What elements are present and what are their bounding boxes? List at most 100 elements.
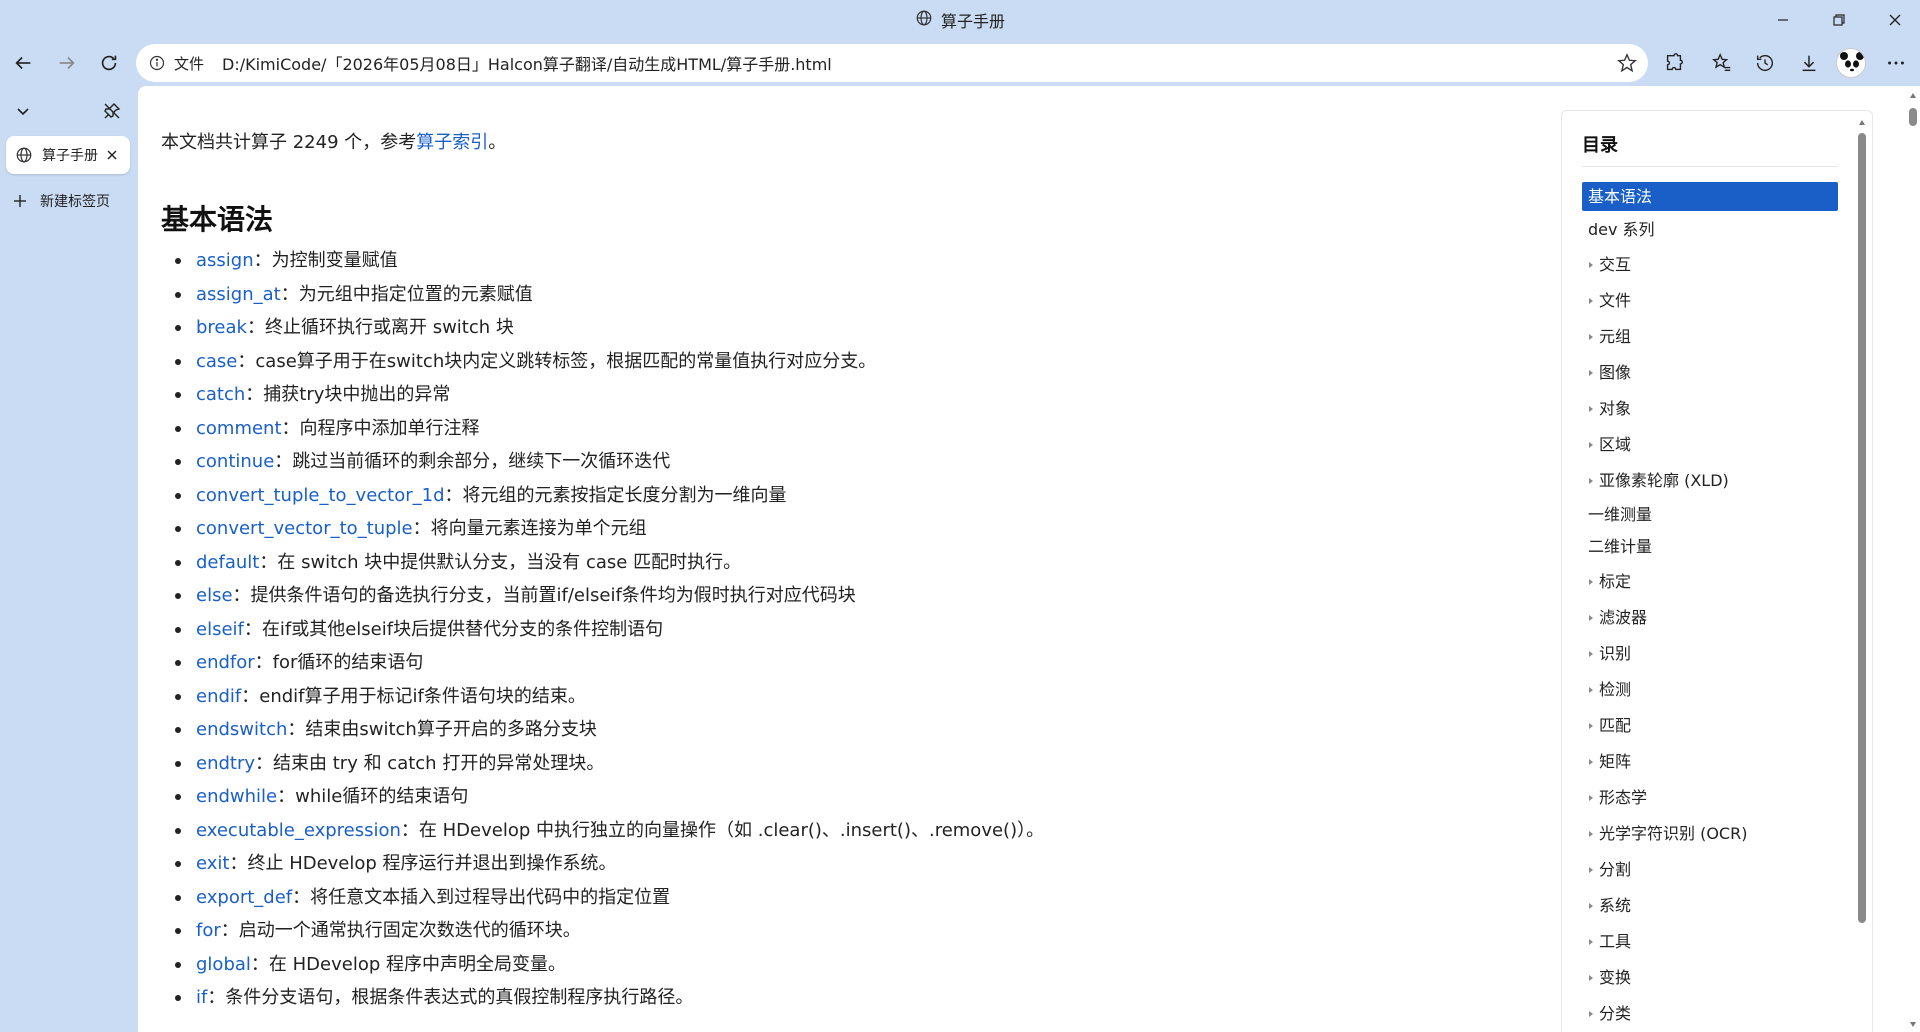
toc-item[interactable]: 文件 <box>1582 283 1838 319</box>
operator-description: ：for循环的结束语句 <box>254 652 424 673</box>
operator-link[interactable]: endwhile <box>196 786 277 807</box>
toc-item[interactable]: 识别 <box>1582 636 1838 672</box>
operator-description: ：结束由 try 和 catch 打开的异常处理块。 <box>255 752 605 774</box>
operator-link[interactable]: export_def <box>196 887 292 908</box>
table-of-contents: 目录 基本语法 dev 系列 交互 文件 元组 图像 对象 区域 亚像素轮廓 (XLD) 一维测量… <box>1561 110 1873 1032</box>
toc-item[interactable]: 基本语法 <box>1582 182 1838 211</box>
back-button[interactable] <box>6 46 40 80</box>
page-scrollbar-thumb[interactable] <box>1909 108 1917 126</box>
toc-item[interactable]: 分割 <box>1582 852 1838 888</box>
operator-list-item: endtry：结束由 try 和 catch 打开的异常处理块。 <box>161 747 1044 781</box>
operator-link[interactable]: endfor <box>196 652 255 673</box>
operator-link[interactable]: break <box>196 317 247 338</box>
unpin-pane-button[interactable] <box>97 96 127 126</box>
toc-item[interactable]: 元组 <box>1582 319 1838 355</box>
toc-scrollbar-thumb[interactable] <box>1858 133 1866 923</box>
address-url[interactable]: D:/KimiCode/「2026年05月08日」Halcon算子翻译/自动生成… <box>222 51 832 75</box>
toc-item[interactable]: 系统 <box>1582 888 1838 924</box>
scroll-up-arrow-icon[interactable] <box>1858 119 1866 127</box>
toc-item[interactable]: 变换 <box>1582 960 1838 996</box>
operator-link[interactable]: catch <box>196 384 245 405</box>
close-window-button[interactable] <box>1870 0 1920 40</box>
operator-link[interactable]: endif <box>196 686 241 707</box>
operator-link[interactable]: convert_vector_to_tuple <box>196 518 413 539</box>
new-tab-button[interactable]: 新建标签页 <box>10 186 110 216</box>
toc-list: 基本语法 dev 系列 交互 文件 元组 图像 对象 区域 亚像素轮廓 (XLD) 一维测量 二维计… <box>1582 182 1838 1032</box>
operator-link[interactable]: assign <box>196 250 254 271</box>
toc-item[interactable]: 滤波器 <box>1582 600 1838 636</box>
scroll-up-arrow-icon[interactable] <box>1909 92 1917 100</box>
operator-index-link[interactable]: 算子索引 <box>416 132 488 153</box>
downloads-button[interactable] <box>1792 46 1826 80</box>
operator-link[interactable]: if <box>196 987 207 1008</box>
toc-item[interactable]: 区域 <box>1582 427 1838 463</box>
profile-avatar[interactable] <box>1836 48 1866 78</box>
operator-list: assign：为控制变量赋值 assign_at：为元组中指定位置的元素赋值 bre… <box>161 244 1044 1015</box>
operator-link[interactable]: endswitch <box>196 719 287 740</box>
operator-link[interactable]: endtry <box>196 753 255 774</box>
title-bar: 算子手册 <box>0 0 1920 40</box>
operator-description: ：将任意文本插入到过程导出代码中的指定位置 <box>292 886 671 908</box>
toc-item[interactable]: 二维计量 <box>1582 531 1838 564</box>
toc-item[interactable]: 分类 <box>1582 996 1838 1032</box>
restore-icon <box>1833 14 1845 26</box>
minimize-icon <box>1778 19 1788 21</box>
favorites-button[interactable] <box>1705 46 1739 80</box>
operator-link[interactable]: case <box>196 351 237 372</box>
history-button[interactable] <box>1748 46 1782 80</box>
tab-actions-button[interactable] <box>8 96 38 126</box>
close-icon <box>1889 14 1901 26</box>
info-icon[interactable] <box>148 54 166 72</box>
forward-button[interactable] <box>50 46 84 80</box>
operator-link[interactable]: continue <box>196 451 274 472</box>
toc-item[interactable]: 交互 <box>1582 247 1838 283</box>
tab-close-button[interactable] <box>102 145 122 165</box>
refresh-button[interactable] <box>92 46 126 80</box>
operator-description: ：结束由switch算子开启的多路分支块 <box>287 719 597 740</box>
puzzle-icon <box>1666 53 1683 71</box>
toc-item[interactable]: 匹配 <box>1582 708 1838 744</box>
operator-link[interactable]: elseif <box>196 619 244 640</box>
toc-item[interactable]: 形态学 <box>1582 780 1838 816</box>
toc-item[interactable]: 检测 <box>1582 672 1838 708</box>
toc-item[interactable]: 矩阵 <box>1582 744 1838 780</box>
extensions-button[interactable] <box>1657 46 1691 80</box>
operator-description: ：终止循环执行或离开 switch 块 <box>246 317 514 338</box>
toc-item[interactable]: 标定 <box>1582 564 1838 600</box>
operator-list-item: default：在 switch 块中提供默认分支，当没有 case 匹配时执行… <box>161 546 1044 580</box>
scroll-down-arrow-icon[interactable] <box>1909 1020 1917 1028</box>
operator-description: ：将元组的元素按指定长度分割为一维向量 <box>444 484 787 506</box>
operator-link[interactable]: else <box>196 585 233 606</box>
section-title: 基本语法 <box>161 203 274 236</box>
toc-item[interactable]: dev 系列 <box>1582 214 1838 247</box>
minimize-button[interactable] <box>1758 0 1808 40</box>
toc-item[interactable]: 对象 <box>1582 391 1838 427</box>
close-icon <box>107 150 117 160</box>
operator-link[interactable]: convert_tuple_to_vector_1d <box>196 485 445 506</box>
operator-link[interactable]: executable_expression <box>196 820 401 841</box>
toc-item[interactable]: 光学字符识别 (OCR) <box>1582 816 1838 852</box>
toc-item[interactable]: 工具 <box>1582 924 1838 960</box>
operator-link[interactable]: for <box>196 920 221 941</box>
star-icon[interactable] <box>1616 52 1638 74</box>
operator-link[interactable]: exit <box>196 853 229 874</box>
restore-button[interactable] <box>1814 0 1864 40</box>
page-scrollbar[interactable] <box>1906 86 1920 1032</box>
toc-item[interactable]: 图像 <box>1582 355 1838 391</box>
vertical-tab-strip: 算子手册 新建标签页 <box>0 84 136 1032</box>
operator-link[interactable]: default <box>196 552 259 573</box>
operator-description: ：将向量元素连接为单个元组 <box>412 518 647 539</box>
operator-link[interactable]: global <box>196 954 251 975</box>
tab-operator-manual[interactable]: 算子手册 <box>6 136 130 174</box>
navigation-bar: 文件 D:/KimiCode/「2026年05月08日」Halcon算子翻译/自… <box>0 40 1920 84</box>
operator-list-item: exit：终止 HDevelop 程序运行并退出到操作系统。 <box>161 847 1044 881</box>
operator-description: ：在 HDevelop 程序中声明全局变量。 <box>250 953 566 975</box>
operator-link[interactable]: comment <box>196 418 282 439</box>
operator-list-item: global：在 HDevelop 程序中声明全局变量。 <box>161 948 1044 982</box>
toc-item[interactable]: 亚像素轮廓 (XLD) <box>1582 463 1838 499</box>
settings-more-button[interactable] <box>1879 46 1913 80</box>
new-tab-label: 新建标签页 <box>40 194 110 210</box>
operator-link[interactable]: assign_at <box>196 284 281 305</box>
toc-item[interactable]: 一维测量 <box>1582 499 1838 532</box>
address-bar[interactable]: 文件 D:/KimiCode/「2026年05月08日」Halcon算子翻译/自… <box>136 44 1648 82</box>
